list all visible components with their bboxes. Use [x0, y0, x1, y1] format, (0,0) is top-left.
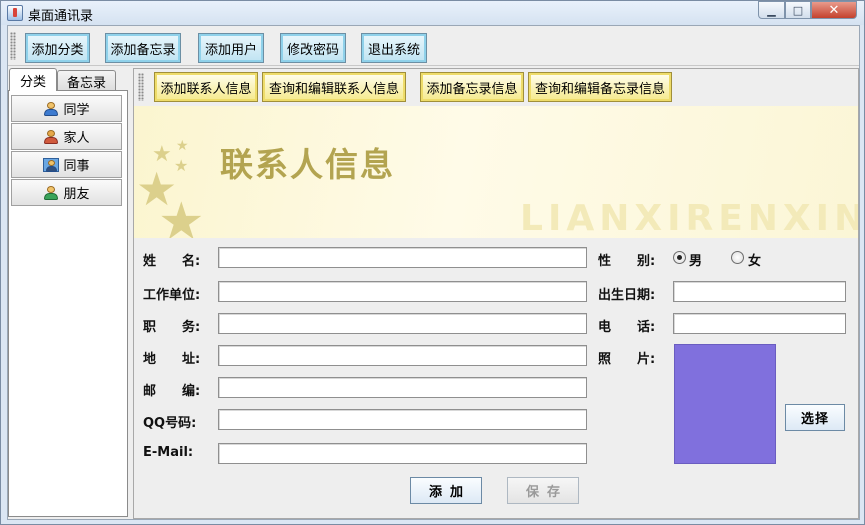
address-label: 地 址:	[143, 352, 201, 367]
window-title: 桌面通讯录	[28, 9, 94, 24]
birthday-field[interactable]	[673, 281, 846, 302]
colleague-icon	[43, 157, 60, 172]
client-area: 添加分类 添加备忘录 添加用户 修改密码 退出系统 分类 备忘录 同学 家人 同…	[7, 25, 860, 520]
gender-female-radio[interactable]	[731, 251, 744, 264]
qq-label: QQ号码:	[143, 416, 197, 431]
add-button[interactable]: 添加	[410, 477, 482, 504]
change-password-button[interactable]: 修改密码	[280, 33, 346, 63]
category-item-colleague[interactable]: 同事	[11, 151, 122, 178]
photo-label: 照 片:	[598, 352, 656, 367]
postcode-label: 邮 编:	[143, 384, 201, 399]
company-field[interactable]	[218, 281, 587, 302]
category-label: 同事	[63, 159, 90, 174]
left-tab-panel: 分类 备忘录 同学 家人 同事 朋友	[8, 68, 128, 519]
banner-subtitle: LIANXIRENXINXI	[520, 198, 858, 238]
close-button[interactable]: ✕	[811, 1, 857, 19]
email-label: E-Mail:	[143, 445, 194, 460]
tab-memo[interactable]: 备忘录	[57, 70, 116, 91]
category-label: 家人	[63, 131, 90, 146]
main-toolbar: 添加分类 添加备忘录 添加用户 修改密码 退出系统	[8, 26, 859, 66]
address-field[interactable]	[218, 345, 587, 366]
java-app-icon	[7, 5, 23, 21]
subtoolbar-grip-handle[interactable]	[138, 73, 144, 101]
email-field[interactable]	[218, 443, 587, 464]
star-icon: ★	[176, 138, 189, 154]
gender-label: 性 别:	[598, 254, 656, 269]
category-list: 同学 家人 同事 朋友	[8, 90, 128, 517]
photo-placeholder	[674, 344, 776, 464]
app-window: 桌面通讯录 ▁ □ ✕ 添加分类 添加备忘录 添加用户 修改密码 退出系统 分类…	[0, 0, 865, 525]
contact-banner: ★ ★ ★ ★ ★ 联系人信息 LIANXIRENXINXI	[134, 106, 858, 238]
contact-form: 姓 名: 工作单位: 职 务: 地 址: 邮 编: QQ号码: E-Mail: …	[134, 238, 858, 518]
name-label: 姓 名:	[143, 254, 201, 269]
title-bar: 桌面通讯录 ▁ □ ✕	[1, 1, 864, 25]
family-icon	[43, 129, 59, 144]
phone-field[interactable]	[673, 313, 846, 334]
phone-label: 电 话:	[598, 320, 656, 335]
gender-male-label[interactable]: 男	[689, 250, 702, 269]
gender-male-radio[interactable]	[673, 251, 686, 264]
select-photo-button[interactable]: 选择	[785, 404, 845, 431]
category-item-family[interactable]: 家人	[11, 123, 122, 150]
add-memo-info-button[interactable]: 添加备忘录信息	[420, 72, 524, 102]
banner-title: 联系人信息	[220, 145, 395, 184]
position-field[interactable]	[218, 313, 587, 334]
postcode-field[interactable]	[218, 377, 587, 398]
contact-toolbar: 添加联系人信息 查询和编辑联系人信息 添加备忘录信息 查询和编辑备忘录信息	[134, 69, 858, 105]
minimize-button[interactable]: ▁	[758, 1, 785, 19]
birthday-label: 出生日期:	[598, 288, 656, 303]
position-label: 职 务:	[143, 320, 201, 335]
friend-icon	[43, 185, 59, 200]
maximize-button[interactable]: □	[785, 1, 811, 19]
category-label: 同学	[63, 103, 90, 118]
add-contact-button[interactable]: 添加联系人信息	[154, 72, 258, 102]
tab-category[interactable]: 分类	[9, 68, 57, 91]
maximize-icon: □	[792, 3, 804, 17]
toolbar-grip-handle[interactable]	[10, 32, 16, 60]
gender-female-label[interactable]: 女	[748, 250, 761, 269]
company-label: 工作单位:	[143, 288, 201, 303]
add-category-button[interactable]: 添加分类	[25, 33, 90, 63]
add-user-button[interactable]: 添加用户	[198, 33, 264, 63]
add-memo-button[interactable]: 添加备忘录	[105, 33, 181, 63]
contact-panel: 添加联系人信息 查询和编辑联系人信息 添加备忘录信息 查询和编辑备忘录信息 ★ …	[133, 68, 859, 519]
save-button[interactable]: 保存	[507, 477, 579, 504]
exit-system-button[interactable]: 退出系统	[361, 33, 427, 63]
minimize-icon: ▁	[767, 3, 776, 17]
category-item-friend[interactable]: 朋友	[11, 179, 122, 206]
query-edit-contact-button[interactable]: 查询和编辑联系人信息	[262, 72, 406, 102]
qq-field[interactable]	[218, 409, 587, 430]
close-icon: ✕	[828, 2, 840, 18]
category-item-classmate[interactable]: 同学	[11, 95, 122, 122]
query-edit-memo-button[interactable]: 查询和编辑备忘录信息	[528, 72, 672, 102]
star-icon: ★	[158, 192, 205, 238]
category-label: 朋友	[63, 187, 90, 202]
classmate-icon	[43, 101, 59, 116]
name-field[interactable]	[218, 247, 587, 268]
